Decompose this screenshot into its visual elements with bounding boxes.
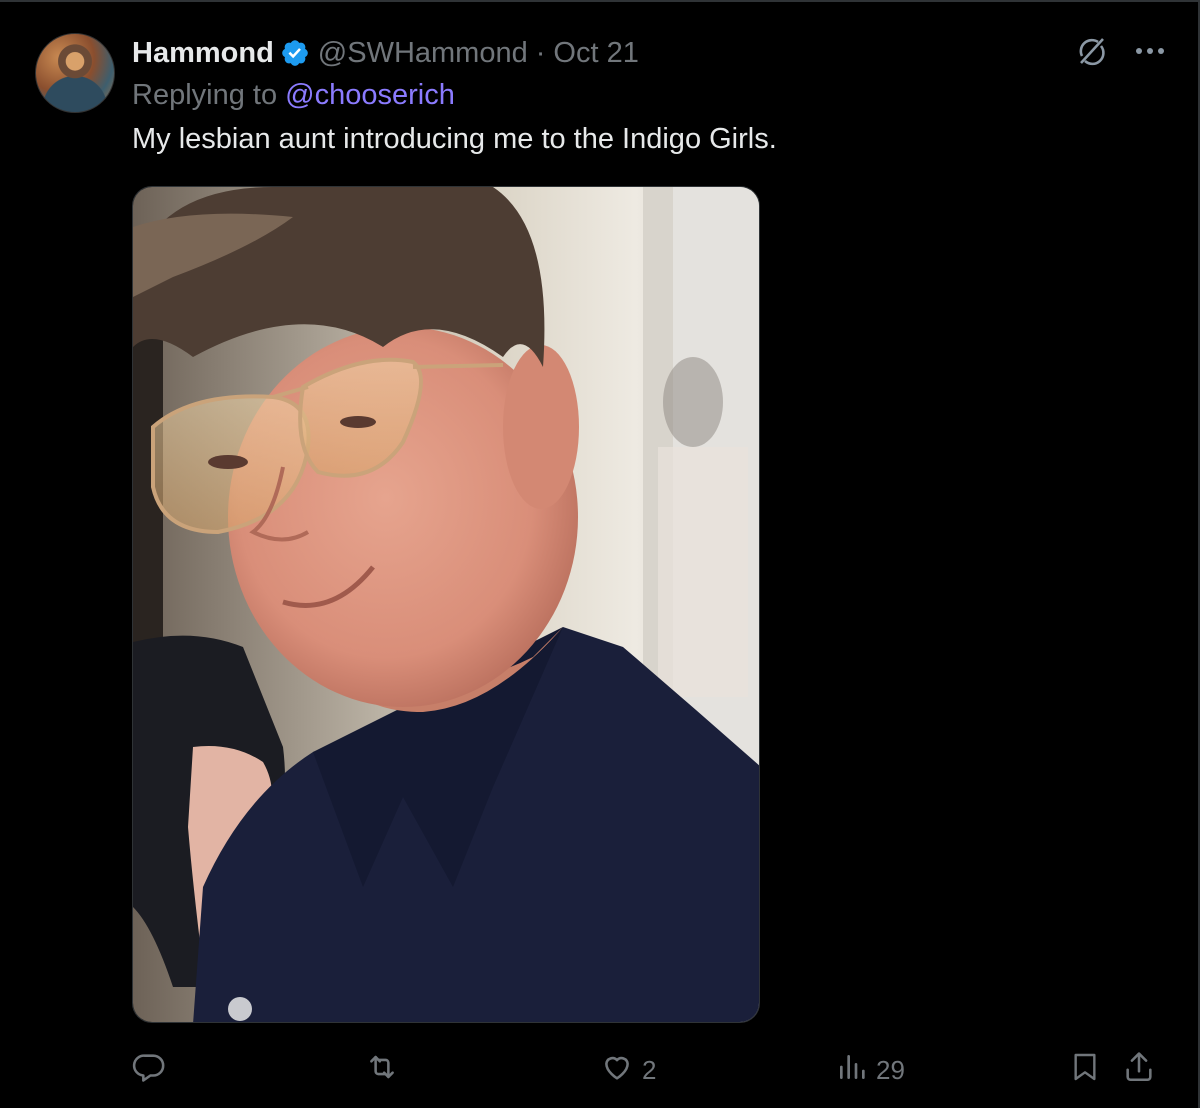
bookmark-icon [1069, 1050, 1101, 1091]
view-count: 29 [876, 1054, 905, 1085]
tweet-photo[interactable] [132, 186, 760, 1023]
reply-handle-link[interactable]: @chooserich [285, 79, 455, 111]
author-handle[interactable]: @SWHammond [318, 37, 528, 70]
reply-prefix: Replying to [132, 79, 278, 111]
tweet-actions: 2 29 [132, 1048, 1172, 1092]
display-name[interactable]: Hammond [132, 37, 274, 70]
reply-icon [132, 1050, 166, 1091]
views-icon [836, 1051, 868, 1090]
top-actions [1074, 34, 1166, 68]
repost-icon [364, 1050, 400, 1091]
like-count: 2 [642, 1054, 657, 1085]
share-icon [1122, 1050, 1156, 1091]
views-button[interactable]: 29 [836, 1048, 905, 1092]
reply-context: Replying to @chooserich [132, 79, 455, 112]
like-button[interactable]: 2 [600, 1048, 656, 1092]
avatar[interactable] [35, 33, 115, 113]
separator-dot: · [535, 36, 546, 69]
tweet-header: Hammond @SWHammond · Oct 21 [132, 33, 639, 73]
repost-button[interactable] [364, 1048, 408, 1092]
share-button[interactable] [1122, 1048, 1156, 1092]
tweet-text: My lesbian aunt introducing me to the In… [132, 123, 777, 155]
grok-icon[interactable] [1074, 34, 1108, 68]
verified-badge-icon [280, 38, 310, 68]
tweet-date[interactable]: Oct 21 [553, 37, 638, 70]
bookmark-button[interactable] [1069, 1048, 1101, 1092]
tweet[interactable]: Hammond @SWHammond · Oct 21 Replying to … [0, 0, 1200, 1108]
reply-button[interactable] [132, 1048, 174, 1092]
more-icon[interactable] [1134, 46, 1166, 56]
heart-icon [600, 1050, 634, 1091]
